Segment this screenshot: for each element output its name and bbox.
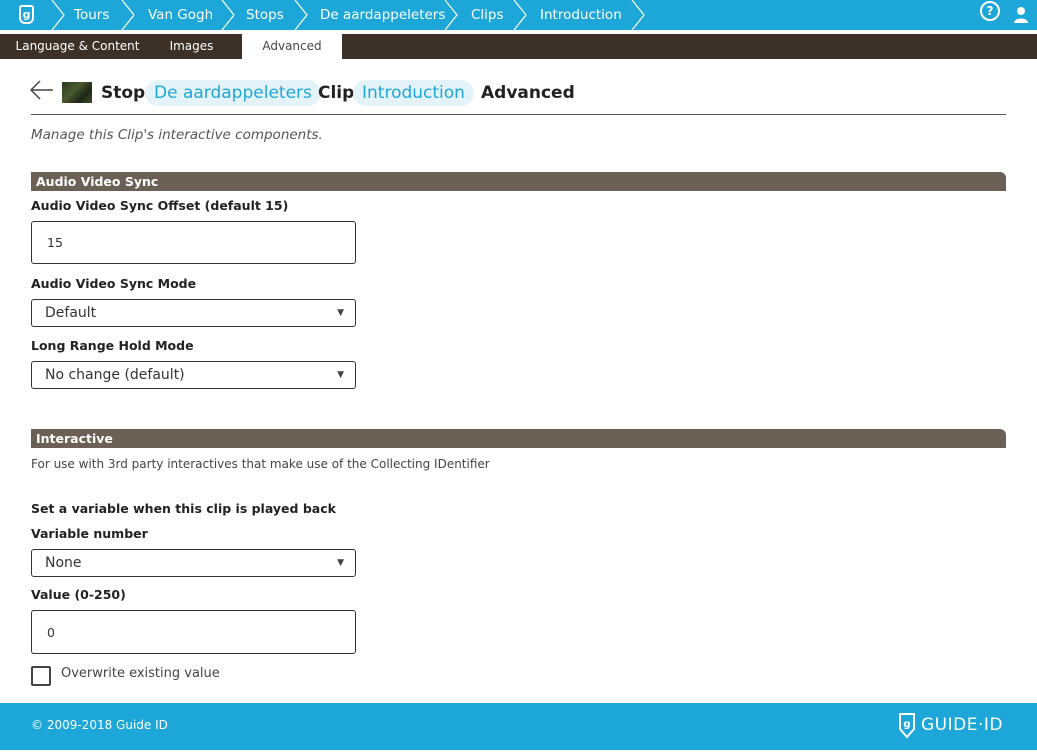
clip-label: Clip bbox=[318, 83, 355, 103]
tab-language-content[interactable]: Language & Content bbox=[0, 34, 155, 59]
chevron-separator-icon bbox=[630, 0, 646, 30]
help-icon[interactable]: ? bbox=[980, 1, 1000, 21]
breadcrumb-van-gogh[interactable]: Van Gogh bbox=[148, 0, 213, 30]
page-description: Manage this Clip's interactive component… bbox=[31, 127, 323, 143]
chevron-separator-icon bbox=[443, 0, 459, 30]
brand-name: GUIDE·ID bbox=[921, 715, 1003, 735]
copyright-text: © 2009-2018 Guide ID bbox=[31, 718, 168, 732]
stop-label: Stop bbox=[101, 83, 146, 103]
chevron-separator-icon bbox=[293, 0, 309, 30]
page-title: Advanced bbox=[481, 83, 575, 103]
breadcrumb-stops[interactable]: Stops bbox=[246, 0, 284, 30]
hold-mode-label: Long Range Hold Mode bbox=[31, 338, 194, 353]
home-logo-link[interactable]: g bbox=[0, 0, 50, 30]
section-header-audio-video-sync: Audio Video Sync bbox=[31, 172, 1006, 191]
sync-mode-select[interactable]: Default ▼ bbox=[31, 299, 356, 327]
chevron-down-icon: ▼ bbox=[337, 558, 344, 568]
chevron-down-icon: ▼ bbox=[337, 308, 344, 318]
sync-mode-value: Default bbox=[45, 305, 97, 321]
breadcrumb-stop-name[interactable]: De aardappeleters bbox=[320, 0, 445, 30]
tab-images[interactable]: Images bbox=[155, 34, 228, 59]
breadcrumb-tours[interactable]: Tours bbox=[74, 0, 109, 30]
set-variable-heading: Set a variable when this clip is played … bbox=[31, 501, 336, 516]
hold-mode-value: No change (default) bbox=[45, 367, 185, 383]
guide-id-logo-icon: g bbox=[898, 712, 916, 739]
value-input[interactable] bbox=[31, 610, 356, 654]
variable-number-value: None bbox=[45, 555, 82, 571]
sync-mode-label: Audio Video Sync Mode bbox=[31, 276, 197, 291]
sync-offset-label: Audio Video Sync Offset (default 15) bbox=[31, 198, 289, 213]
header-divider bbox=[31, 114, 1006, 115]
bottom-strip bbox=[0, 750, 1037, 754]
variable-number-select[interactable]: None ▼ bbox=[31, 549, 356, 577]
stop-name-pill[interactable]: De aardappeleters bbox=[145, 80, 321, 106]
chevron-separator-icon bbox=[120, 0, 136, 30]
breadcrumb-clips[interactable]: Clips bbox=[471, 0, 504, 30]
value-label: Value (0-250) bbox=[31, 587, 126, 602]
guide-id-logo-icon: g bbox=[19, 5, 34, 24]
footer: © 2009-2018 Guide ID g GUIDE·ID bbox=[0, 703, 1037, 750]
clip-name-pill[interactable]: Introduction bbox=[353, 80, 474, 106]
section-header-interactive: Interactive bbox=[31, 429, 1006, 448]
top-navigation-bar: g Tours Van Gogh Stops De aardappeleters… bbox=[0, 0, 1037, 30]
tab-advanced[interactable]: Advanced bbox=[242, 34, 342, 59]
tab-bar: Language & Content Images Advanced bbox=[0, 34, 1037, 59]
interactive-note: For use with 3rd party interactives that… bbox=[31, 457, 490, 471]
variable-number-label: Variable number bbox=[31, 526, 148, 541]
user-icon[interactable] bbox=[1013, 6, 1029, 24]
chevron-separator-icon bbox=[50, 0, 66, 30]
hold-mode-select[interactable]: No change (default) ▼ bbox=[31, 361, 356, 389]
overwrite-label[interactable]: Overwrite existing value bbox=[61, 666, 220, 681]
chevron-separator-icon bbox=[220, 0, 236, 30]
sync-offset-input[interactable] bbox=[31, 221, 356, 264]
breadcrumb-clip-name[interactable]: Introduction bbox=[540, 0, 622, 30]
svg-text:g: g bbox=[903, 719, 910, 730]
back-arrow-icon[interactable] bbox=[29, 80, 54, 100]
overwrite-checkbox[interactable] bbox=[31, 666, 51, 686]
chevron-separator-icon bbox=[512, 0, 528, 30]
clip-thumbnail bbox=[62, 82, 92, 103]
chevron-down-icon: ▼ bbox=[337, 370, 344, 380]
